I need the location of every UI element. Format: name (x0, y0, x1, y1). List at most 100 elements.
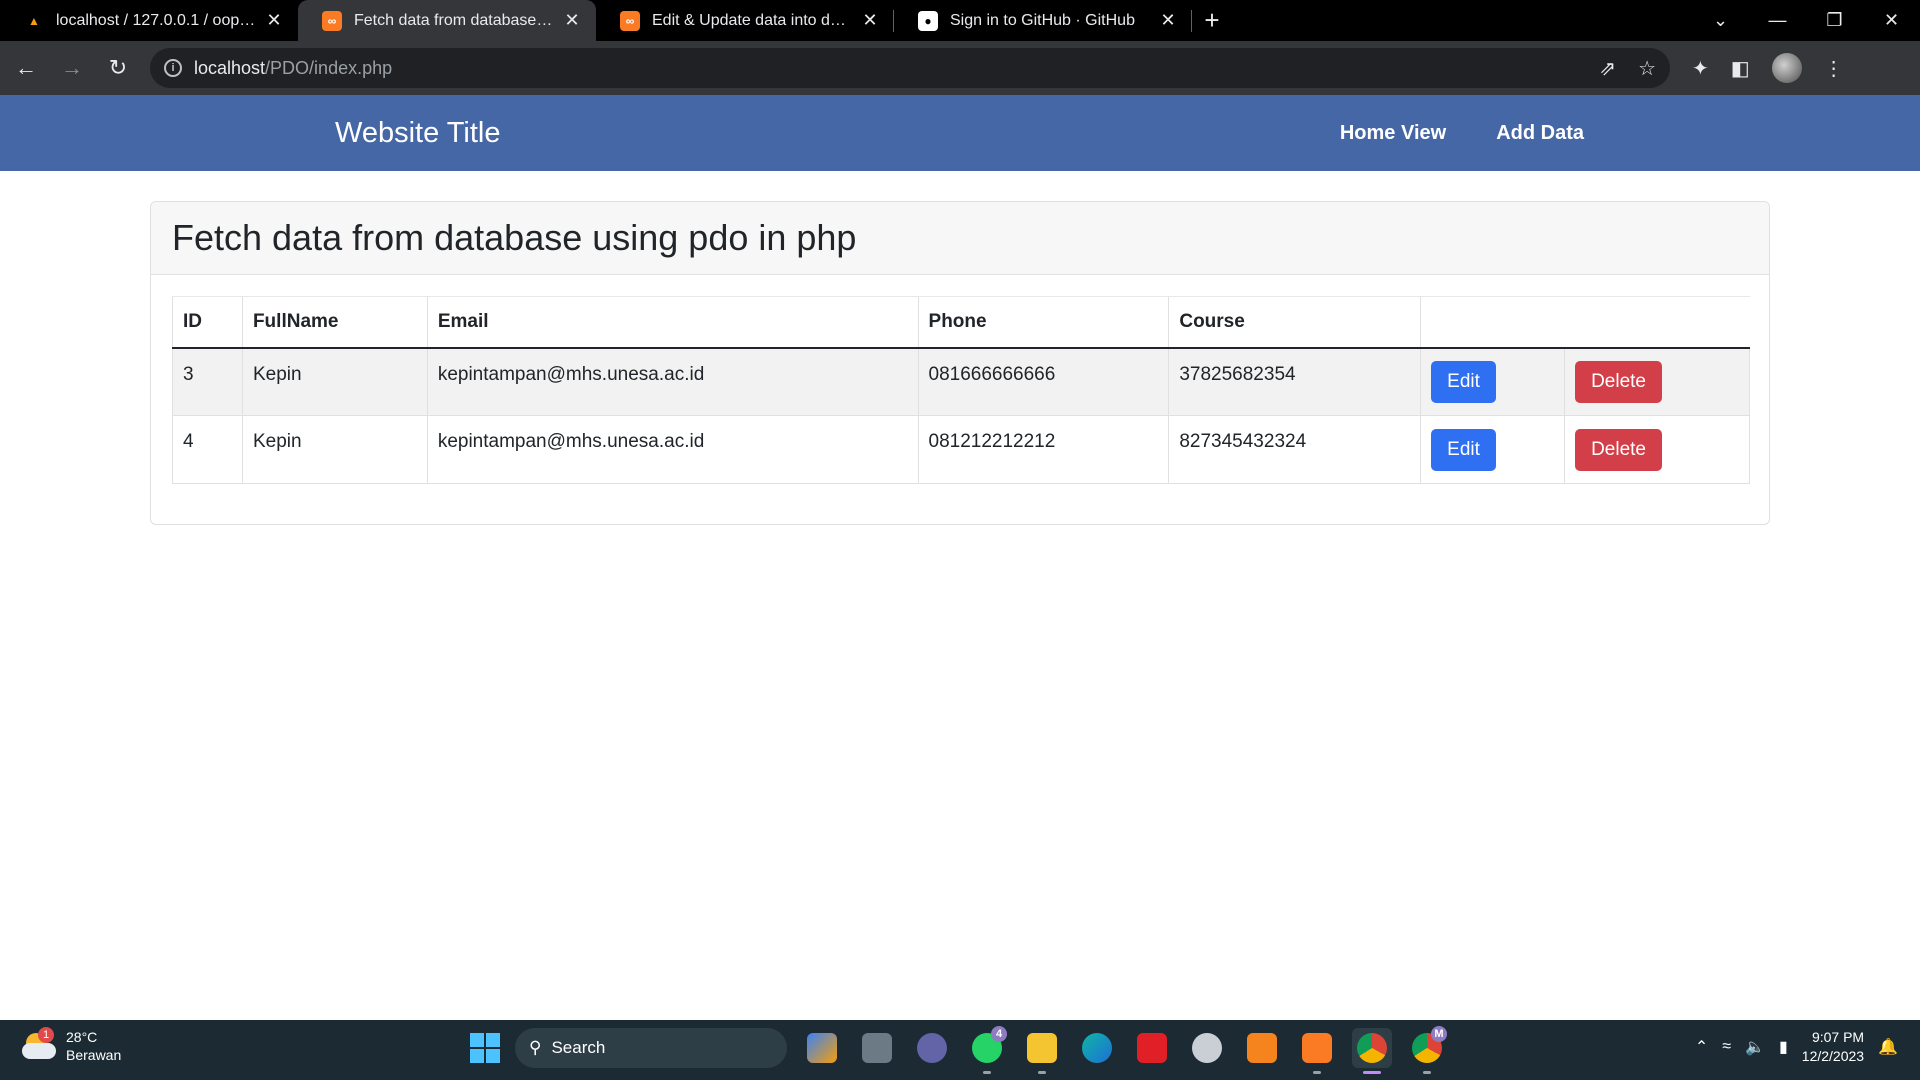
cell-edit: Edit (1420, 347, 1566, 416)
chrome-icon[interactable] (1352, 1028, 1392, 1074)
cell-email: kepintampan@mhs.unesa.ac.id (426, 347, 919, 416)
windows-taskbar: 1 28°C Berawan ⚲ Search 4 M ⌃ ≈ 🔈 ▮ 9:07… (0, 1020, 1920, 1080)
card-title: Fetch data from database using pdo in ph… (172, 217, 857, 258)
nav-link-home-view[interactable]: Home View (1340, 122, 1446, 145)
browser-toolbar: ← → ↻ i localhost/PDO/index.php ⇗ ☆ ✦ ◧ … (0, 41, 1920, 95)
column-header-phone: Phone (917, 296, 1169, 349)
delete-button[interactable]: Delete (1575, 360, 1662, 403)
whatsapp-badge: 4 (991, 1026, 1007, 1042)
cell-phone: 081666666666 (917, 347, 1170, 416)
column-header-id: ID (172, 296, 243, 349)
adobe-icon[interactable] (1132, 1028, 1172, 1068)
window-controls: ⌄ — ❐ ✕ (1692, 0, 1920, 41)
partly-cloudy-icon: 1 (22, 1027, 58, 1061)
close-window-icon[interactable]: ✕ (1863, 10, 1920, 31)
close-tab-icon[interactable]: ✕ (860, 10, 880, 31)
forward-arrow-icon[interactable]: → (52, 48, 92, 88)
search-label: Search (551, 1038, 606, 1057)
chrome-menu-icon[interactable]: ⋮ (1824, 56, 1844, 81)
tab-github[interactable]: ● Sign in to GitHub · GitHub ✕ (894, 0, 1192, 41)
clock[interactable]: 9:07 PM 12/2/2023 (1802, 1028, 1864, 1066)
edge-icon[interactable] (1077, 1028, 1117, 1068)
sublime-icon[interactable] (1242, 1028, 1282, 1068)
address-bar[interactable]: i localhost/PDO/index.php ⇗ ☆ (150, 48, 1670, 88)
table-header-row: ID FullName Email Phone Course (172, 296, 1750, 349)
delete-button[interactable]: Delete (1575, 428, 1662, 471)
whatsapp-icon[interactable]: 4 (967, 1026, 1007, 1074)
cell-email: kepintampan@mhs.unesa.ac.id (426, 415, 919, 484)
extensions-puzzle-icon[interactable]: ✦ (1692, 56, 1709, 81)
tab-title: localhost / 127.0.0.1 / oop / stud (56, 11, 256, 29)
chevron-up-icon[interactable]: ⌃ (1695, 1037, 1708, 1057)
side-panel-icon[interactable]: ◧ (1731, 56, 1750, 81)
column-header-actions (1420, 296, 1750, 349)
url-host: localhost (194, 57, 266, 78)
xampp-taskbar-icon[interactable] (1297, 1028, 1337, 1074)
restore-icon[interactable]: ❐ (1806, 10, 1863, 31)
bookmark-star-icon[interactable]: ☆ (1638, 56, 1656, 81)
cell-id: 4 (172, 415, 243, 484)
cell-fullname: Kepin (241, 347, 428, 416)
teams-chat-icon[interactable] (912, 1028, 952, 1068)
wifi-icon[interactable]: ≈ (1722, 1038, 1731, 1056)
weather-widget[interactable]: 1 28°C Berawan (22, 1027, 122, 1064)
cell-course: 827345432324 (1168, 415, 1422, 484)
windows-start-icon[interactable] (470, 1033, 500, 1063)
weather-description: Berawan (66, 1047, 122, 1063)
volume-icon[interactable]: 🔈 (1745, 1037, 1765, 1057)
battery-icon[interactable]: ▮ (1779, 1037, 1788, 1057)
system-tray: ⌃ ≈ 🔈 ▮ 9:07 PM 12/2/2023 🔔 (1695, 1028, 1898, 1066)
site-info-icon[interactable]: i (164, 59, 182, 77)
close-tab-icon[interactable]: ✕ (264, 10, 284, 31)
site-brand[interactable]: Website Title (335, 117, 500, 150)
url-path: /PDO/index.php (265, 57, 393, 78)
table-row: 4 Kepin kepintampan@mhs.unesa.ac.id 0812… (172, 415, 1750, 484)
cell-edit: Edit (1420, 415, 1566, 484)
close-tab-icon[interactable]: ✕ (562, 10, 582, 31)
cell-course: 37825682354 (1168, 347, 1422, 416)
notification-bell-icon[interactable]: 🔔 (1878, 1037, 1898, 1057)
chrome-profile-badge: M (1431, 1026, 1447, 1042)
students-table: ID FullName Email Phone Course 3 Kepin k… (172, 296, 1750, 484)
file-explorer-icon[interactable] (1022, 1028, 1062, 1074)
cell-delete: Delete (1564, 415, 1750, 484)
tab-edit-update[interactable]: ∞ Edit & Update data into databas ✕ (596, 0, 894, 41)
data-card: Fetch data from database using pdo in ph… (150, 201, 1770, 525)
nav-link-add-data[interactable]: Add Data (1496, 122, 1584, 145)
weather-temperature: 28°C (66, 1029, 98, 1045)
cell-id: 3 (172, 347, 243, 416)
back-arrow-icon[interactable]: ← (6, 48, 46, 88)
tab-separator (1191, 10, 1192, 32)
tab-fetch-data[interactable]: ∞ Fetch data from database using ✕ (298, 0, 596, 41)
github-icon: ● (918, 10, 938, 31)
tab-title: Fetch data from database using (354, 11, 554, 29)
column-header-fullname: FullName (241, 296, 428, 349)
taskbar-search[interactable]: ⚲ Search (515, 1028, 787, 1068)
clock-time: 9:07 PM (1811, 1029, 1865, 1045)
minimize-icon[interactable]: — (1749, 10, 1806, 31)
new-tab-button[interactable]: + (1192, 0, 1232, 41)
cell-fullname: Kepin (241, 415, 428, 484)
task-view-icon[interactable] (857, 1028, 897, 1068)
profile-avatar[interactable] (1771, 53, 1802, 83)
close-tab-icon[interactable]: ✕ (1158, 10, 1178, 31)
reload-icon[interactable]: ↻ (98, 48, 138, 88)
copilot-icon[interactable] (802, 1028, 842, 1068)
web-page: Website Title Home View Add Data Fetch d… (0, 95, 1920, 1020)
chrome-profile-icon[interactable]: M (1407, 1026, 1447, 1074)
weather-badge: 1 (38, 1027, 54, 1043)
tab-search-chevron-icon[interactable]: ⌄ (1692, 10, 1749, 31)
phpmyadmin-icon: ▲ (28, 13, 40, 28)
search-icon: ⚲ (529, 1038, 542, 1057)
xampp-icon: ∞ (322, 10, 342, 31)
share-icon[interactable]: ⇗ (1599, 56, 1616, 81)
cell-delete: Delete (1564, 347, 1750, 416)
database-icon[interactable] (1187, 1028, 1227, 1068)
clock-date: 12/2/2023 (1801, 1048, 1865, 1064)
edit-button[interactable]: Edit (1431, 428, 1496, 471)
xampp-icon: ∞ (620, 10, 640, 31)
tab-phpmyadmin[interactable]: ▲ localhost / 127.0.0.1 / oop / stud ✕ (0, 0, 298, 41)
card-header: Fetch data from database using pdo in ph… (151, 202, 1769, 275)
nav-links: Home View Add Data (1340, 122, 1584, 145)
edit-button[interactable]: Edit (1431, 360, 1496, 403)
